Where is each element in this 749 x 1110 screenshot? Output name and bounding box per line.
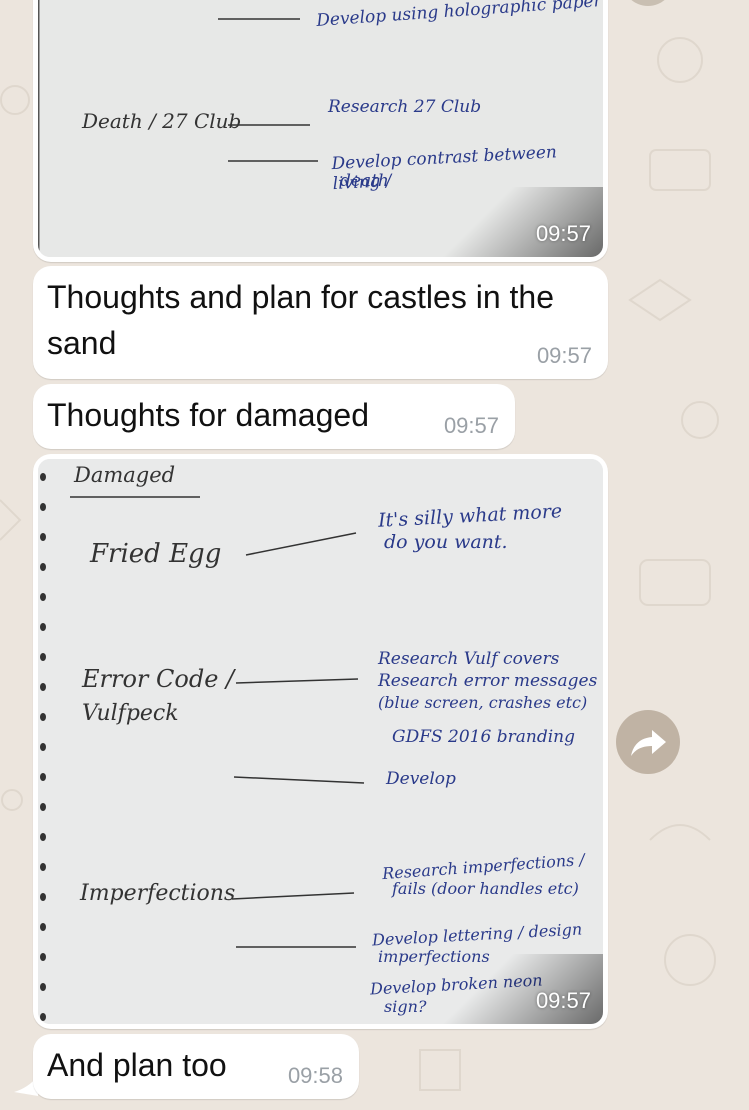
text-message-bubble[interactable]: Thoughts and plan for castles in the san…	[33, 266, 608, 379]
message-time: 09:57	[535, 221, 591, 246]
notebook-photo[interactable]: Develop using holographic paper Death / …	[38, 0, 603, 257]
image-message-bubble[interactable]: Develop using holographic paper Death / …	[33, 0, 608, 262]
forward-button[interactable]	[616, 710, 680, 774]
forward-arrow-icon	[631, 730, 666, 756]
message-text: Thoughts for damaged	[47, 397, 369, 433]
note-error-1: Research Vulf covers	[378, 649, 560, 669]
message-text: And plan too	[47, 1047, 227, 1083]
note-error-3: (blue screen, crashes etc)	[378, 693, 588, 712]
note-error-code-1: Error Code /	[82, 665, 235, 693]
message-time: 09:57	[443, 413, 499, 438]
message-text: Thoughts and plan for castles in the san…	[47, 279, 554, 361]
note-item-1: Research 27 Club	[328, 97, 482, 117]
note-imp-2: fails (door handles etc)	[392, 879, 579, 898]
message-time: 09:58	[287, 1063, 343, 1088]
text-message-bubble[interactable]: Thoughts for damaged 09:57	[33, 384, 515, 449]
note-imperfections: Imperfections	[80, 881, 236, 906]
image-message-bubble[interactable]: Damaged Fried Egg It's silly what more d…	[33, 454, 608, 1029]
note-fried-egg-comment-2: do you want.	[384, 531, 508, 553]
note-imp-6: sign?	[384, 997, 427, 1016]
notebook-photo[interactable]: Damaged Fried Egg It's silly what more d…	[38, 459, 603, 1024]
text-message-bubble[interactable]: And plan too 09:58	[33, 1034, 359, 1099]
message-time: 09:57	[535, 988, 591, 1013]
note-fried-egg: Fried Egg	[90, 539, 222, 569]
message-time: 09:57	[536, 343, 592, 368]
note-left-label: Death / 27 Club	[82, 109, 242, 133]
note-error-4: GDFS 2016 branding	[392, 727, 575, 747]
note-error-develop: Develop	[386, 769, 456, 789]
note-heading: Damaged	[74, 463, 176, 487]
note-item-2-line-2: death	[340, 171, 389, 191]
note-error-code-2: Vulfpeck	[82, 701, 179, 726]
note-error-2: Research error messages	[378, 671, 598, 691]
